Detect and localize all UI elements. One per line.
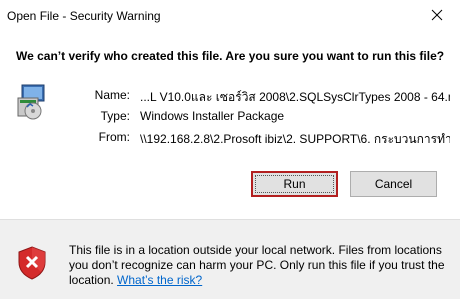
cancel-button[interactable]: Cancel — [350, 171, 437, 197]
file-name-value: ...L V10.0และ เซอร์วิส 2008\2.SQLSysClrT… — [140, 90, 450, 104]
title-bar: Open File - Security Warning — [0, 0, 460, 31]
window-title: Open File - Security Warning — [7, 9, 161, 23]
warning-heading: We can’t verify who created this file. A… — [16, 49, 445, 63]
cancel-button-label: Cancel — [374, 177, 413, 191]
whats-the-risk-link[interactable]: What’s the risk? — [117, 273, 202, 287]
file-from-label: From: — [98, 130, 130, 144]
run-button-focus-ring — [255, 175, 334, 193]
file-type-label: Type: — [100, 109, 130, 123]
footer-warning-text: This file is in a location outside your … — [69, 243, 449, 288]
file-name-label: Name: — [94, 88, 130, 102]
windows-installer-package-icon — [16, 84, 48, 122]
file-from-value: \\192.168.2.8\2.Prosoft ibiz\2. SUPPORT\… — [140, 132, 450, 146]
security-shield-icon — [17, 246, 47, 280]
warning-footer: This file is in a location outside your … — [0, 219, 460, 299]
run-button[interactable]: Run — [251, 171, 338, 197]
file-type-value: Windows Installer Package — [140, 109, 285, 123]
close-icon[interactable] — [430, 8, 444, 22]
